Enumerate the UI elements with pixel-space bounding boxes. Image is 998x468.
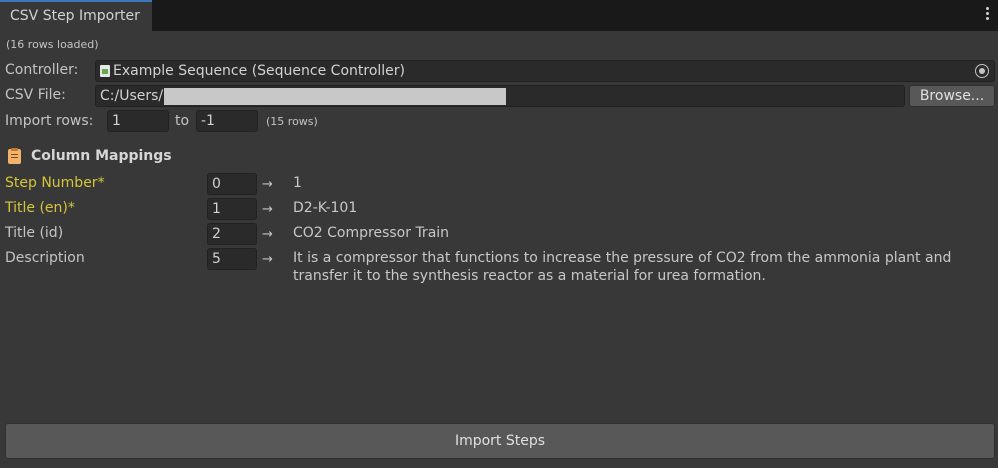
- mapping-label-step-number: Step Number*: [5, 175, 105, 191]
- import-steps-button[interactable]: Import Steps: [5, 423, 995, 459]
- import-from-input[interactable]: 1: [107, 110, 169, 132]
- mapping-label-title-id: Title (id): [5, 225, 64, 241]
- mapping-index-title-id[interactable]: 2: [207, 223, 257, 245]
- kebab-menu-icon[interactable]: [986, 7, 990, 23]
- controller-object-field[interactable]: Example Sequence (Sequence Controller): [95, 60, 995, 82]
- rows-loaded-status: (16 rows loaded): [6, 38, 99, 51]
- csv-file-path: C:/Users/: [100, 88, 164, 104]
- import-row-count: (15 rows): [266, 115, 318, 128]
- mapping-value-step-number: 1: [293, 175, 302, 191]
- arrow-icon: →: [262, 227, 273, 242]
- arrow-icon: →: [262, 202, 273, 217]
- tab-csv-step-importer[interactable]: CSV Step Importer: [0, 0, 152, 31]
- tab-title: CSV Step Importer: [10, 8, 140, 24]
- csv-file-label: CSV File:: [5, 87, 66, 103]
- mapping-index-step-number[interactable]: 0: [207, 173, 257, 195]
- redacted-path: [164, 88, 506, 105]
- import-rows-label: Import rows:: [5, 113, 94, 129]
- tab-bar: CSV Step Importer: [0, 0, 998, 31]
- arrow-icon: →: [262, 177, 273, 192]
- mapping-index-title-en[interactable]: 1: [207, 198, 257, 220]
- mapping-label-description: Description: [5, 250, 85, 266]
- arrow-icon: →: [262, 252, 273, 267]
- csv-file-path-field[interactable]: C:/Users/: [95, 85, 905, 107]
- mapping-value-title-id: CO2 Compressor Train: [293, 225, 450, 241]
- mapping-value-title-en: D2-K-101: [293, 200, 358, 216]
- mapping-index-description[interactable]: 5: [207, 248, 257, 270]
- browse-button[interactable]: Browse...: [909, 85, 995, 107]
- mapping-value-description: It is a compressor that functions to inc…: [293, 250, 952, 284]
- import-to-input[interactable]: -1: [196, 110, 258, 132]
- clipboard-icon: [8, 148, 21, 164]
- mapping-label-title-en: Title (en)*: [5, 200, 75, 216]
- object-picker-icon[interactable]: [975, 64, 989, 78]
- controller-label: Controller:: [5, 62, 79, 78]
- column-mappings-title: Column Mappings: [31, 148, 172, 164]
- controller-value: Example Sequence (Sequence Controller): [113, 63, 405, 79]
- to-label: to: [175, 113, 190, 129]
- scriptable-object-icon: [100, 65, 110, 77]
